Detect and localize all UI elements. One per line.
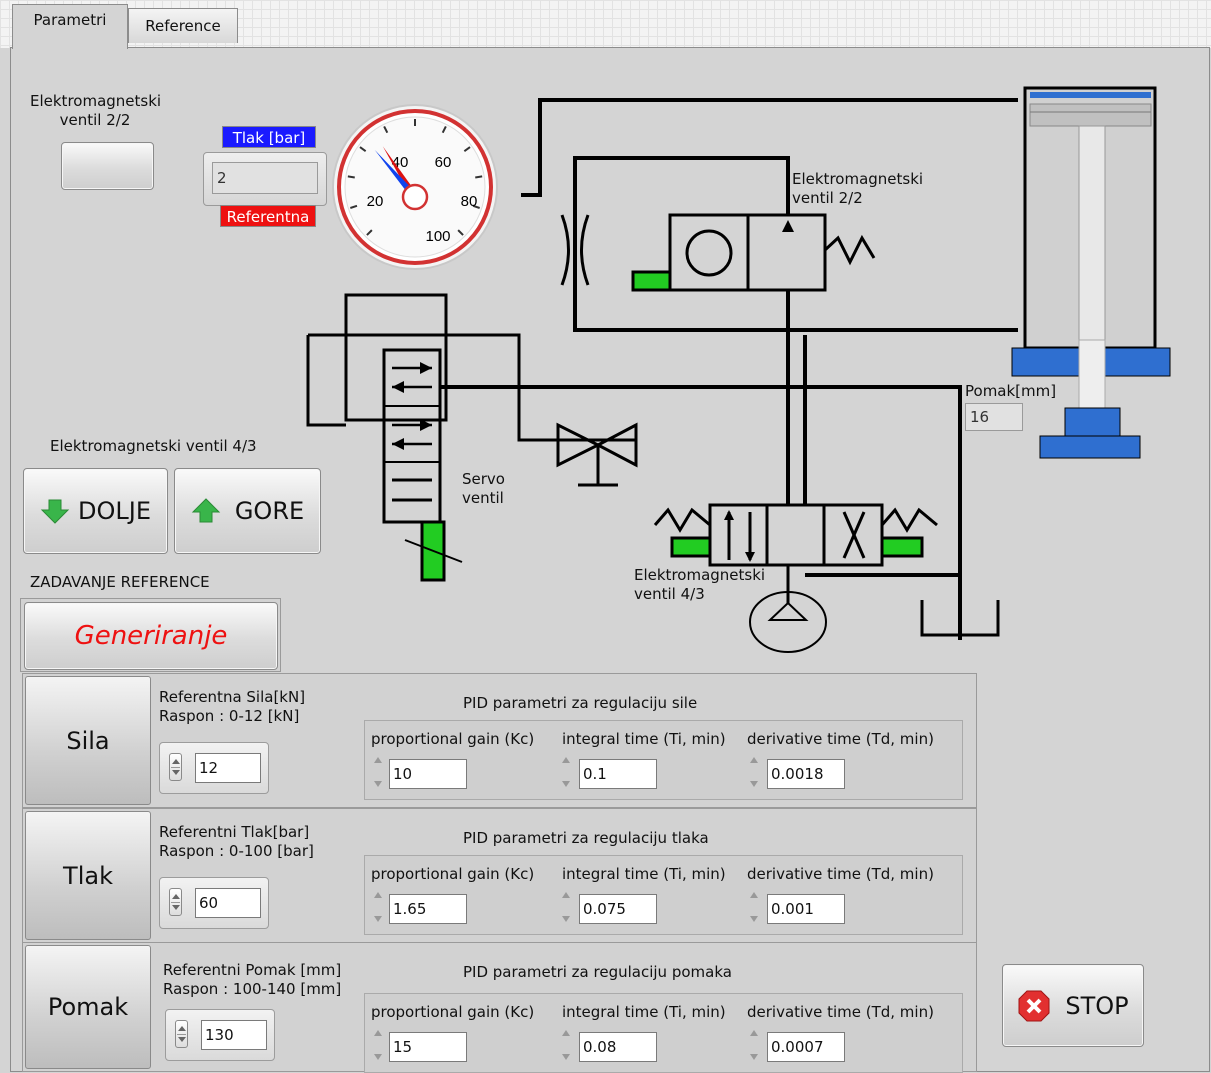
down-button[interactable]: DOLJE xyxy=(23,468,168,554)
kc-label: proportional gain (Kc) xyxy=(371,865,535,883)
servo-label: Servo ventil xyxy=(462,470,505,507)
reference-stepper[interactable] xyxy=(175,1020,188,1048)
reference-stepper[interactable] xyxy=(169,753,182,781)
valve43-diagram-label: Elektromagnetski ventil 4/3 xyxy=(634,566,766,603)
ti-stepper[interactable] xyxy=(561,889,571,925)
ti-input[interactable]: 0.08 xyxy=(579,1032,657,1062)
td-input[interactable]: 0.0018 xyxy=(767,759,845,789)
kc-stepper[interactable] xyxy=(373,889,383,925)
down-button-label: DOLJE xyxy=(78,497,151,525)
reference-label: ZADAVANJE REFERENCE xyxy=(30,573,210,591)
kc-stepper[interactable] xyxy=(373,754,383,790)
kc-label: proportional gain (Kc) xyxy=(371,1003,535,1021)
pid-title: PID parametri za regulaciju pomaka xyxy=(463,963,732,981)
reference-input[interactable]: 12 xyxy=(195,753,261,783)
pid-parameters-box: proportional gain (Kc) integral time (Ti,… xyxy=(364,993,963,1073)
ti-label: integral time (Ti, min) xyxy=(562,865,726,883)
manual-valve43-label: Elektromagnetski ventil 4/3 xyxy=(50,437,257,455)
td-input[interactable]: 0.0007 xyxy=(767,1032,845,1062)
tab-parametri[interactable]: Parametri xyxy=(12,4,128,49)
pid-parameters-box: proportional gain (Kc) integral time (Ti,… xyxy=(364,720,963,800)
pid-title: PID parametri za regulaciju tlaka xyxy=(463,829,709,847)
up-button[interactable]: GORE xyxy=(174,468,321,554)
up-button-label: GORE xyxy=(234,497,305,525)
control-section: Tlak Referentni Tlak[bar] Raspon : 0-100 … xyxy=(22,808,977,943)
control-section: Sila Referentna Sila[kN] Raspon : 0-12 [k… xyxy=(22,673,977,808)
arrow-up-icon xyxy=(191,498,221,523)
reference-range-label: Referentni Pomak [mm] Raspon : 100-140 [… xyxy=(163,961,342,998)
pid-parameters-box: proportional gain (Kc) integral time (Ti,… xyxy=(364,855,963,935)
ti-label: integral time (Ti, min) xyxy=(562,1003,726,1021)
td-stepper[interactable] xyxy=(749,1027,759,1063)
valve22-diagram-label: Elektromagnetski ventil 2/2 xyxy=(792,170,924,207)
control-section: Pomak Referentni Pomak [mm] Raspon : 100-… xyxy=(22,942,977,1073)
reference-input[interactable]: 60 xyxy=(195,888,261,918)
reference-stepper[interactable] xyxy=(169,888,182,916)
td-label: derivative time (Td, min) xyxy=(747,1003,934,1021)
td-label: derivative time (Td, min) xyxy=(747,730,934,748)
kc-input[interactable]: 1.65 xyxy=(389,894,467,924)
generate-button[interactable]: Generiranje xyxy=(24,602,278,670)
stop-button-label: STOP xyxy=(1065,991,1129,1020)
arrow-down-icon xyxy=(40,499,70,524)
reference-range-label: Referentna Sila[kN] Raspon : 0-12 [kN] xyxy=(159,688,306,725)
mode-button[interactable]: Pomak xyxy=(25,945,151,1069)
pomak-value: 16 xyxy=(965,403,1023,431)
kc-input[interactable]: 10 xyxy=(389,759,467,789)
mode-button[interactable]: Tlak xyxy=(25,811,151,940)
stop-button[interactable]: STOP xyxy=(1002,964,1144,1047)
pid-title: PID parametri za regulaciju sile xyxy=(463,694,698,712)
kc-label: proportional gain (Kc) xyxy=(371,730,535,748)
reference-input[interactable]: 130 xyxy=(201,1020,267,1050)
pomak-label: Pomak[mm] xyxy=(965,382,1057,400)
ti-input[interactable]: 0.1 xyxy=(579,759,657,789)
td-stepper[interactable] xyxy=(749,754,759,790)
ti-stepper[interactable] xyxy=(561,1027,571,1063)
ti-input[interactable]: 0.075 xyxy=(579,894,657,924)
ti-stepper[interactable] xyxy=(561,754,571,790)
reference-range-label: Referentni Tlak[bar] Raspon : 0-100 [bar… xyxy=(159,823,314,860)
stop-icon xyxy=(1018,990,1050,1021)
td-stepper[interactable] xyxy=(749,889,759,925)
kc-input[interactable]: 15 xyxy=(389,1032,467,1062)
mode-button[interactable]: Sila xyxy=(25,676,151,805)
td-input[interactable]: 0.001 xyxy=(767,894,845,924)
ti-label: integral time (Ti, min) xyxy=(562,730,726,748)
td-label: derivative time (Td, min) xyxy=(747,865,934,883)
kc-stepper[interactable] xyxy=(373,1027,383,1063)
